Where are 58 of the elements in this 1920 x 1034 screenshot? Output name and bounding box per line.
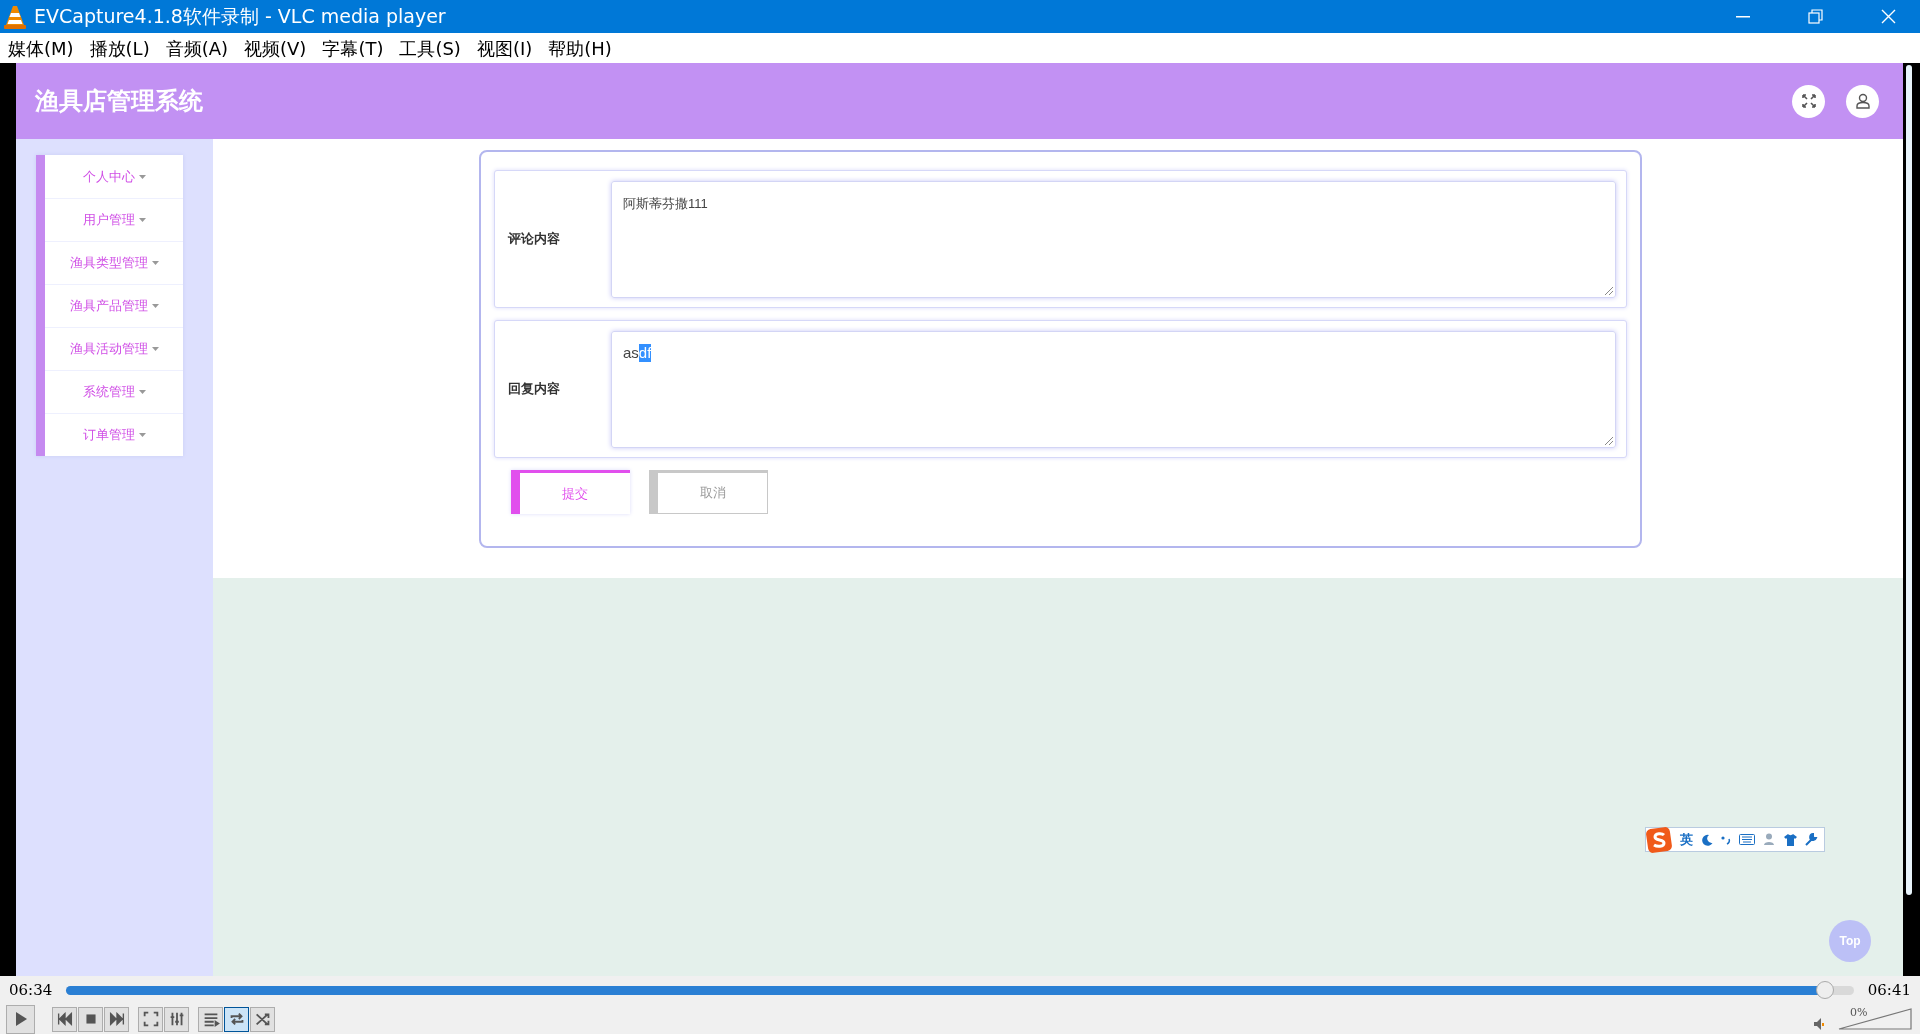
previous-button[interactable]: [52, 1006, 77, 1032]
resize-handle-icon[interactable]: [1605, 436, 1613, 445]
volume-reading: 0%: [1850, 1005, 1868, 1021]
menu-item[interactable]: 工具(S): [399, 34, 461, 62]
menu-item[interactable]: 视图(I): [476, 34, 533, 62]
sidebar-item[interactable]: 订单管理: [45, 413, 183, 456]
keyboard-icon[interactable]: [1739, 834, 1755, 845]
user-icon[interactable]: [1846, 84, 1879, 118]
field-label: 评论内容: [508, 230, 561, 249]
minimize-icon[interactable]: [1736, 15, 1750, 18]
seek-handle[interactable]: [1816, 980, 1835, 999]
field-text: 阿斯蒂芬撒111: [623, 194, 708, 213]
menu-item[interactable]: 音频(A): [165, 34, 228, 62]
next-button[interactable]: [104, 1006, 129, 1032]
caret-icon: [138, 390, 146, 394]
traffic-cone-icon: [4, 4, 26, 29]
shuffle-button[interactable]: [250, 1006, 275, 1032]
sidebar-item[interactable]: 渔具类型管理: [45, 241, 183, 284]
sidebar-item[interactable]: 渔具活动管理: [45, 327, 183, 370]
window-title: EVCapture4.1.8软件录制 - VLC media player: [34, 4, 447, 30]
fullscreen-icon[interactable]: [1792, 84, 1825, 118]
loop-button[interactable]: [224, 1006, 249, 1032]
sidebar-item[interactable]: 用户管理: [45, 198, 183, 241]
wrench-icon[interactable]: [1805, 833, 1818, 846]
caret-icon: [138, 218, 146, 222]
sidebar-item[interactable]: 系统管理: [45, 370, 183, 413]
sidebar-item[interactable]: 渔具产品管理: [45, 284, 183, 327]
stop-button[interactable]: [78, 1006, 103, 1032]
caret-icon: [138, 174, 146, 179]
speaker-icon[interactable]: [1814, 1018, 1824, 1030]
input-mode-toggle[interactable]: 英: [1680, 829, 1693, 850]
fullscreen-button[interactable]: [138, 1006, 163, 1032]
menu-item[interactable]: 字幕(T): [322, 34, 384, 62]
equalizer-button[interactable]: [164, 1006, 189, 1032]
field-text: as: [623, 343, 639, 362]
caret-icon: [138, 433, 146, 437]
play-button[interactable]: [6, 1004, 35, 1034]
app-title: 渔具店管理系统: [35, 86, 204, 116]
menu-item[interactable]: 媒体(M): [8, 34, 74, 62]
caret-icon: [151, 261, 159, 265]
playlist-button[interactable]: [198, 1006, 223, 1032]
menu-item[interactable]: 视频(V): [244, 34, 307, 62]
resize-handle-icon[interactable]: [1605, 286, 1613, 295]
elapsed-time: 06:34: [9, 979, 53, 1001]
restore-icon[interactable]: [1808, 9, 1823, 24]
caret-icon: [151, 304, 159, 308]
volume-slider[interactable]: 0%: [1838, 1008, 1912, 1030]
menu-item[interactable]: 播放(L): [89, 34, 150, 62]
sidebar-item[interactable]: 个人中心: [45, 155, 183, 198]
text-area[interactable]: 阿斯蒂芬撒111: [611, 180, 1616, 298]
menu-item[interactable]: 帮助(H): [548, 34, 612, 62]
caret-icon: [151, 347, 159, 351]
moon-icon[interactable]: [1701, 833, 1713, 846]
total-time: 06:41: [1867, 979, 1911, 1001]
scrollbar[interactable]: [1906, 65, 1912, 895]
close-icon[interactable]: [1881, 9, 1896, 24]
field-label: 回复内容: [508, 380, 561, 399]
shirt-icon[interactable]: [1784, 833, 1797, 846]
